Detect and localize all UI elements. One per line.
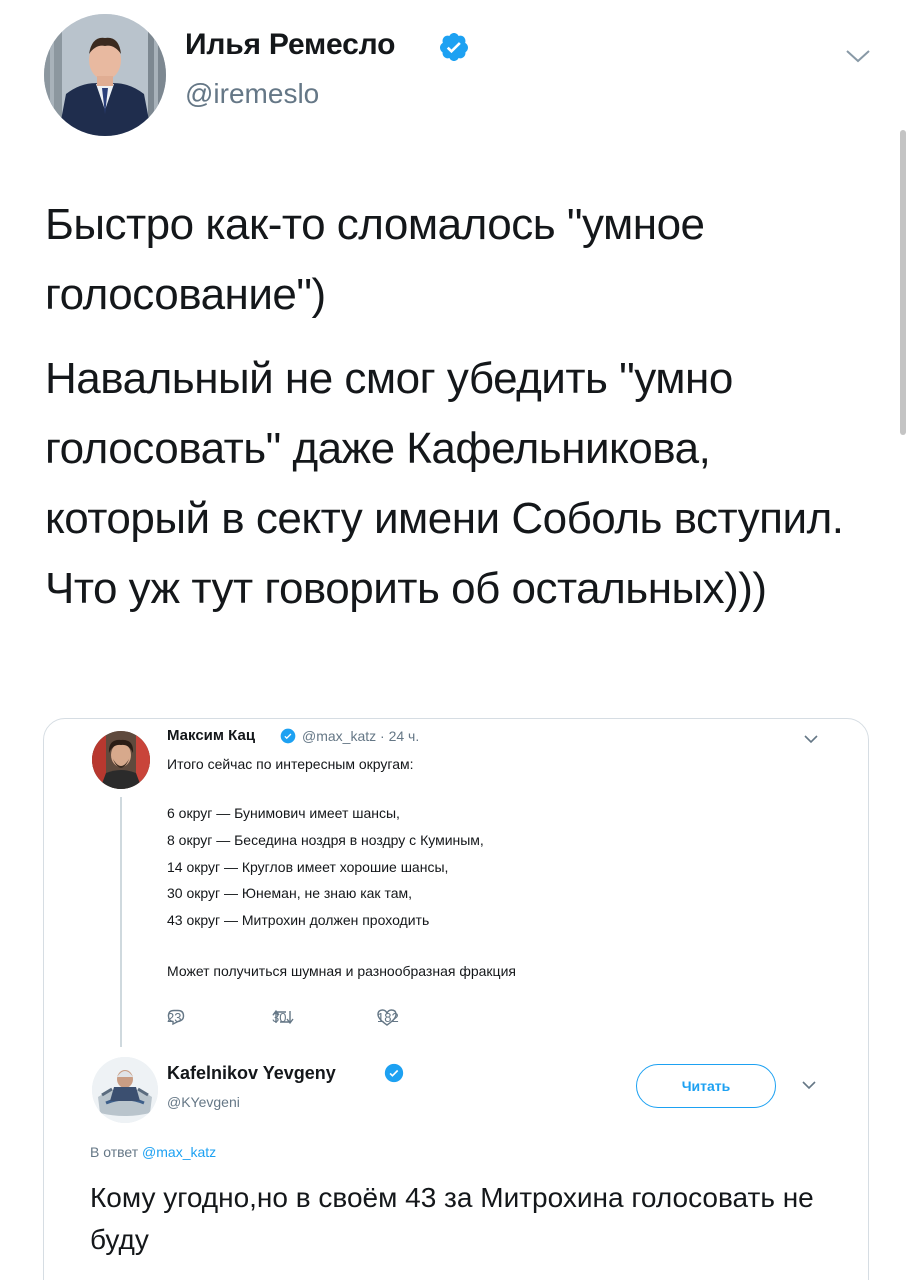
chevron-down-icon (802, 1081, 816, 1090)
reply-avatar (92, 1057, 158, 1123)
reply-avatar-photo (92, 1057, 158, 1123)
embedded-screenshot[interactable]: Максим Кац @max_katz · 24 ч. Итого сейча… (43, 718, 869, 1280)
reply-text: Кому угодно,но в своём 43 за Митрохина г… (90, 1182, 814, 1255)
reply-to-handle: @max_katz (142, 1144, 217, 1160)
quoted-avatar-photo (92, 731, 150, 789)
quoted-line-4: 14 округ — Круглов имеет хорошие шансы, (167, 859, 449, 875)
quoted-line-1: Итого сейчас по интересным округам: (167, 756, 414, 772)
quoted-line-6: 43 округ — Митрохин должен проходить (167, 912, 430, 928)
tweet-text: Быстро как-то сломалось "умное голосован… (45, 190, 845, 638)
reply-prefix: В ответ (90, 1144, 139, 1160)
quoted-actions: 23 30 182 (167, 1007, 467, 1027)
reply-count: 23 (167, 1009, 182, 1025)
quoted-avatar (92, 731, 150, 789)
quoted-meta: @max_katz · 24 ч. (302, 728, 420, 744)
scrollbar[interactable] (900, 130, 906, 435)
author-handle[interactable]: @iremeslo (185, 78, 319, 110)
chevron-down-icon[interactable] (845, 48, 871, 64)
author-avatar[interactable] (44, 14, 166, 136)
retweet-action: 30 (272, 1007, 304, 1027)
verified-badge-icon (280, 728, 296, 744)
thread-connector (120, 797, 122, 1047)
quoted-line-3: 8 округ — Беседина ноздря в ноздру с Кум… (167, 832, 484, 848)
reply-author-handle: @KYevgeni (167, 1094, 240, 1110)
tweet-paragraph-2: Навальный не смог убедить "умно голосова… (45, 354, 844, 613)
quoted-author-name: Максим Кац (167, 727, 256, 744)
verified-badge-icon (384, 1063, 404, 1083)
quoted-line-7: Может получиться шумная и разнообразная … (167, 963, 516, 979)
quoted-line-2: 6 округ — Бунимович имеет шансы, (167, 805, 400, 821)
tweet-paragraph-1: Быстро как-то сломалось "умное голосован… (45, 200, 705, 319)
reply-context: В ответ @max_katz (90, 1144, 216, 1160)
reply-action: 23 (167, 1007, 195, 1027)
retweet-count: 30 (272, 1009, 287, 1025)
chevron-down-icon (804, 735, 818, 744)
verified-badge-icon (439, 33, 468, 61)
author-avatar-photo (44, 14, 166, 136)
follow-button: Читать (636, 1064, 776, 1108)
author-name[interactable]: Илья Ремесло (185, 28, 395, 62)
reply-author-name: Kafelnikov Yevgeny (167, 1063, 336, 1083)
like-action: 182 (377, 1007, 407, 1027)
like-count: 182 (377, 1009, 399, 1025)
quoted-line-5: 30 округ — Юнеман, не знаю как там, (167, 885, 412, 901)
